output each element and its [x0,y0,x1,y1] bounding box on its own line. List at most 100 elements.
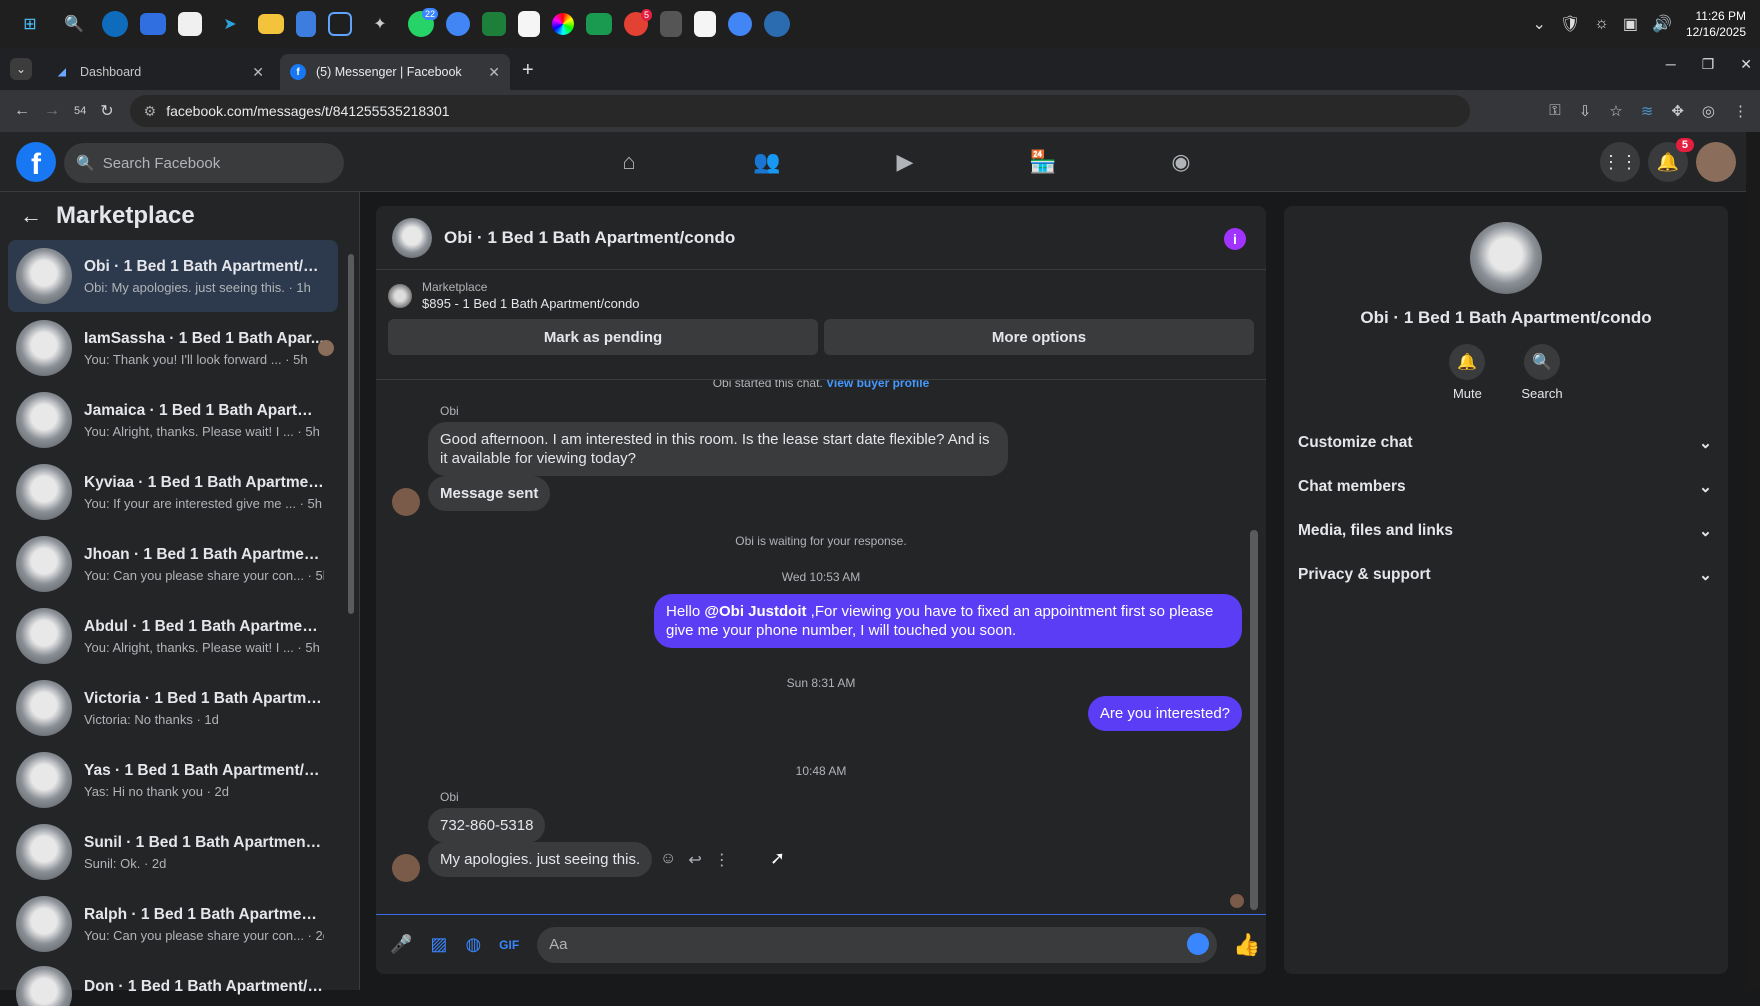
whatsapp-icon[interactable]: 22 [408,8,438,37]
app-icon[interactable] [764,11,790,37]
volume-icon[interactable]: 🔊 [1652,14,1672,34]
photo-icon[interactable]: ▨ [430,934,447,955]
reply-icon[interactable]: ↩ [688,850,701,870]
chat-scrollbar[interactable] [1250,380,1260,918]
chat-avatar[interactable] [392,217,432,258]
vpn-icon[interactable] [482,12,506,36]
notifications-bell-icon[interactable]: 🔔 5 [1648,138,1694,182]
sender-avatar[interactable] [392,488,420,516]
media-files-links-section[interactable]: Media, files and links ⌄ [1284,509,1728,553]
reload-icon[interactable]: ↻ [100,101,113,121]
conversation-item[interactable]: Sunil · 1 Bed 1 Bath Apartment/c... Sunil… [8,816,338,888]
marketplace-icon[interactable]: 🏪 [974,132,1112,192]
conversation-item[interactable]: Abdul · 1 Bed 1 Bath Apartment/... You: A… [8,600,338,672]
emoji-icon[interactable] [1187,932,1210,955]
incoming-message[interactable]: Message sent [428,476,551,511]
chrome-icon[interactable] [728,12,752,36]
install-app-icon[interactable]: ⇩ [1579,102,1592,120]
folder-icon[interactable] [258,14,284,34]
vpn-tray-icon[interactable]: 🛡 [1560,14,1580,34]
extensions-puzzle-icon[interactable]: ✥ [1671,102,1684,120]
back-icon[interactable]: ← [14,102,30,120]
menu-kebab-icon[interactable]: ⋮ [1733,102,1748,120]
microphone-icon[interactable]: 🎤 [390,934,412,955]
more-options-button[interactable]: More options [824,319,1254,355]
view-buyer-profile-link[interactable]: View buyer profile [826,380,929,390]
conversation-item[interactable]: Jamaica · 1 Bed 1 Bath Apartmen... You: A… [8,384,338,456]
mention[interactable]: @Obi Justdoit [704,603,806,620]
customize-chat-section[interactable]: Customize chat ⌄ [1284,421,1728,465]
windows-start-icon[interactable]: ⊞ [14,8,46,40]
calculator-icon[interactable] [660,11,682,37]
mail-icon[interactable] [140,13,166,35]
conversation-item[interactable]: Obi · 1 Bed 1 Bath Apartment/co... Obi: M… [8,240,338,312]
more-kebab-icon[interactable]: ⋮ [714,850,730,870]
video-icon[interactable]: ▶ [836,132,974,192]
address-bar[interactable]: ⚙ facebook.com/messages/t/84125553521830… [129,95,1470,127]
search-button[interactable]: 🔍 Search [1521,344,1563,401]
tripadvisor-icon[interactable] [586,13,612,35]
menu-grid-icon[interactable]: ⋮⋮ [1600,142,1640,182]
forward-icon[interactable]: → [44,102,60,120]
conversation-item[interactable]: Ralph · 1 Bed 1 Bath Apartment/... You: C… [8,888,338,960]
profile-avatar[interactable] [1696,142,1736,182]
password-key-icon[interactable]: ⚿ [1549,102,1560,120]
mark-pending-button[interactable]: Mark as pending [388,319,818,355]
incoming-message[interactable]: My apologies. just seeing this. [428,842,653,877]
sender-avatar[interactable] [392,854,420,882]
snip-icon[interactable] [328,12,352,36]
chat-members-section[interactable]: Chat members ⌄ [1284,465,1728,509]
bookmark-star-icon[interactable]: ☆ [1609,102,1622,120]
search-input[interactable]: 🔍 Search Facebook [64,143,344,183]
restore-icon[interactable]: ❐ [1702,56,1715,73]
new-tab-button[interactable]: + [522,59,534,82]
back-arrow-icon[interactable]: ← [20,203,42,229]
incoming-message[interactable]: 732-860-5318 [428,808,546,843]
outgoing-message[interactable]: Hello @Obi Justdoit ,For viewing you hav… [654,594,1242,648]
close-icon[interactable]: ✕ [488,64,500,81]
conversation-item[interactable]: Jhoan · 1 Bed 1 Bath Apartment/... You: C… [8,528,338,600]
sticker-icon[interactable]: ◍ [465,934,481,955]
mute-button[interactable]: 🔔 Mute [1449,344,1486,401]
conversation-item[interactable]: IamSassha · 1 Bed 1 Bath Apar... You: Tha… [8,312,338,384]
home-icon[interactable]: ⌂ [560,132,698,192]
message-input[interactable]: Aa [537,926,1218,963]
incoming-message[interactable]: Good afternoon. I am interested in this … [428,422,1008,476]
outgoing-message[interactable]: Are you interested? [1087,696,1242,731]
friends-icon[interactable]: 👥 [698,132,836,192]
chrome-icon[interactable]: 5 [624,9,652,36]
close-icon[interactable]: ✕ [252,64,264,81]
clock[interactable]: 11:26 PM 12/16/2025 [1686,8,1746,40]
react-emoji-icon[interactable]: ☺ [660,850,676,870]
tab-search-icon[interactable]: ⌄ [10,58,32,80]
telegram-icon[interactable]: ➤ [214,8,246,40]
facebook-logo-icon[interactable]: f [16,142,56,182]
close-window-icon[interactable]: ✕ [1740,56,1752,73]
chrome-icon[interactable] [446,12,470,36]
message-thread[interactable]: Obi started this chat. View buyer profil… [376,380,1266,918]
edge-icon[interactable] [102,11,128,37]
tab-dashboard[interactable]: ◢ Dashboard ✕ [44,54,274,90]
details-avatar[interactable] [1470,222,1542,294]
finder-icon[interactable] [518,11,540,37]
profile-icon[interactable]: ◎ [1702,102,1715,120]
extension-app-icon[interactable]: ≋ [1641,102,1654,120]
gif-icon[interactable]: GIF [499,938,519,952]
network-icon[interactable]: ▣ [1623,14,1638,34]
search-icon[interactable]: 🔍 [58,8,90,40]
store-icon[interactable] [178,12,202,36]
listing-row[interactable]: Marketplace $895 - 1 Bed 1 Bath Apartmen… [388,280,1254,311]
app-icon[interactable]: ✦ [364,8,396,40]
brightness-icon[interactable]: ☼ [1594,15,1609,33]
conversation-item[interactable]: Yas · 1 Bed 1 Bath Apartment/co... Yas: H… [8,744,338,816]
tab-messenger[interactable]: f (5) Messenger | Facebook ✕ [280,54,510,90]
chat-title[interactable]: Obi · 1 Bed 1 Bath Apartment/condo [444,228,735,248]
minimize-icon[interactable]: ─ [1666,56,1676,73]
conversation-item[interactable]: Don · 1 Bed 1 Bath Apartment/c... [8,960,338,1006]
scrollbar-thumb[interactable] [1250,530,1258,910]
color-icon[interactable] [552,13,574,35]
site-info-icon[interactable]: ⚙ [144,103,157,120]
info-icon[interactable]: i [1224,228,1246,250]
like-thumb-icon[interactable]: 👍 [1233,932,1260,958]
chevron-up-icon[interactable]: ⌄ [1533,14,1546,34]
